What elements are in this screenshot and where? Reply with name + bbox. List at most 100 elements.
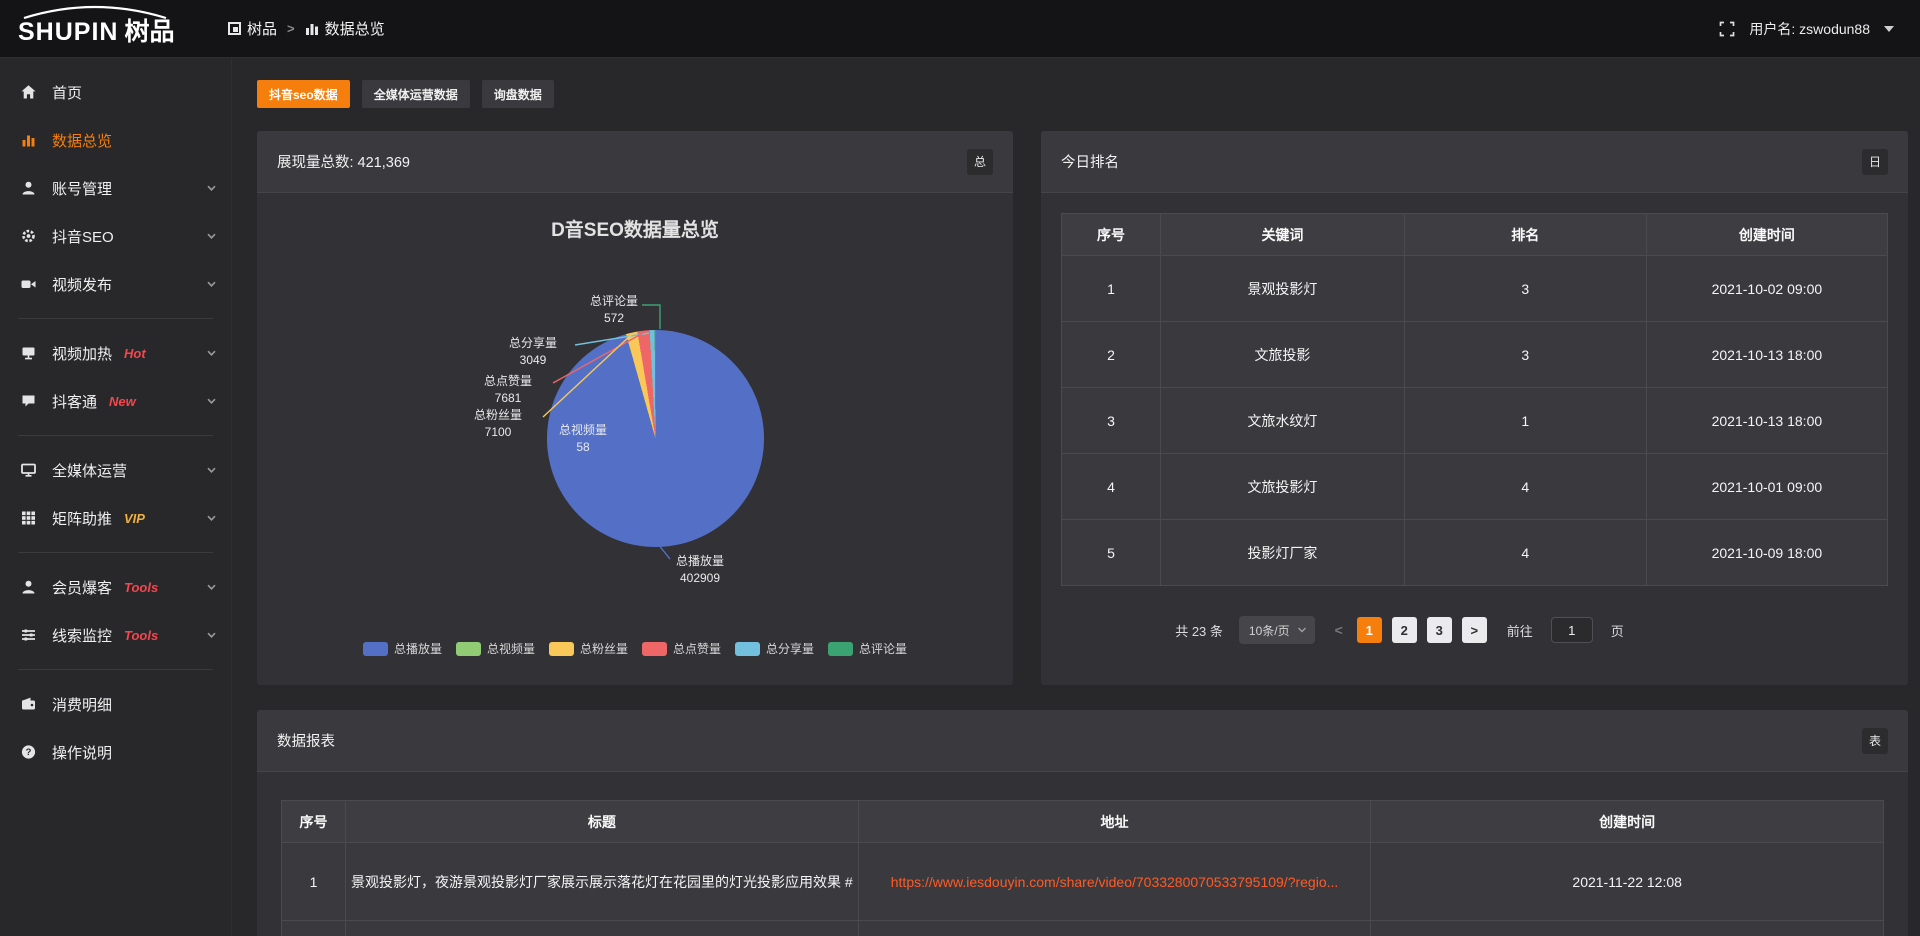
tab-media-ops-data[interactable]: 全媒体运营数据	[362, 80, 470, 108]
seo-overview-panel: 展现量总数: 421,369 总 D音SEO数据量总览 总评论量572 总分享量…	[257, 131, 1013, 685]
tab-douyin-seo[interactable]: 抖音seo数据	[257, 80, 350, 108]
data-report-panel: 数据报表 表 序号 标题 地址 创建时间 1 景观投影灯，夜游景观投影灯厂家展示…	[257, 710, 1908, 936]
chevron-down-icon	[206, 396, 217, 406]
breadcrumb-separator: >	[287, 21, 295, 36]
chevron-down-icon	[206, 513, 217, 523]
hot-badge: Hot	[124, 346, 146, 361]
page-button-3[interactable]: 3	[1427, 617, 1452, 643]
sliders-icon	[20, 627, 37, 643]
home-icon	[20, 84, 37, 100]
chevron-down-icon	[206, 279, 217, 289]
sidebar-item-media-ops[interactable]: 全媒体运营	[0, 446, 231, 494]
sidebar-item-clue-monitor[interactable]: 线索监控 Tools	[0, 611, 231, 659]
username-label[interactable]: 用户名: zswodun88	[1749, 19, 1870, 39]
legend-item[interactable]: 总视频量	[456, 640, 535, 657]
breadcrumb-current[interactable]: 数据总览	[305, 18, 385, 39]
chevron-down-icon[interactable]	[1884, 26, 1894, 32]
sidebar-divider	[18, 435, 213, 436]
sidebar-item-help[interactable]: ? 操作说明	[0, 728, 231, 776]
pie-chart-area: D音SEO数据量总览 总评论量572 总分享量3049 总点赞量7681 总粉丝…	[257, 193, 1013, 684]
legend-swatch	[456, 642, 481, 656]
day-toggle-button[interactable]: 日	[1862, 149, 1888, 175]
table-toggle-button[interactable]: 表	[1862, 728, 1888, 754]
app-logo: SHUPIN 树品	[0, 0, 228, 57]
legend-item[interactable]: 总点赞量	[642, 640, 721, 657]
pie-leader-lines	[257, 193, 1013, 684]
sidebar-item-video-publish[interactable]: 视频发布	[0, 260, 231, 308]
callout-comments: 总评论量572	[569, 293, 659, 327]
chevron-down-icon	[1297, 626, 1307, 634]
goto-page-input[interactable]	[1551, 617, 1593, 643]
grid-icon	[20, 510, 37, 526]
legend-swatch	[642, 642, 667, 656]
callout-plays: 总播放量402909	[655, 553, 745, 587]
sidebar-item-video-heat[interactable]: 视频加热 Hot	[0, 329, 231, 377]
chevron-down-icon	[206, 231, 217, 241]
sidebar-item-member[interactable]: 会员爆客 Tools	[0, 563, 231, 611]
table-row: 2 文旅投影 3 2021-10-13 18:00	[1062, 322, 1888, 388]
sidebar-item-expense[interactable]: 消费明细	[0, 680, 231, 728]
table-header-row: 序号 标题 地址 创建时间	[282, 801, 1884, 843]
table-row	[282, 921, 1884, 936]
legend-item[interactable]: 总分享量	[735, 640, 814, 657]
chart-legend: 总播放量 总视频量 总粉丝量 总点赞量 总分享量 总评论量	[257, 640, 1013, 657]
report-panel-title: 数据报表	[277, 730, 335, 751]
pagination: 共 23 条 10条/页 < 1 2 3 > 前往 页	[1061, 616, 1888, 644]
page-size-select[interactable]: 10条/页	[1239, 616, 1315, 644]
table-header-row: 序号 关键词 排名 创建时间	[1062, 214, 1888, 256]
wallet-icon	[20, 696, 37, 712]
page-button-2[interactable]: 2	[1392, 617, 1417, 643]
ranking-panel-title: 今日排名	[1061, 151, 1119, 172]
table-row: 1 景观投影灯，夜游景观投影灯厂家展示展示落花灯在花园里的灯光投影应用效果 # …	[282, 843, 1884, 921]
breadcrumb: 树品 > 数据总览	[228, 18, 385, 39]
video-link[interactable]: https://www.iesdouyin.com/share/video/70…	[891, 874, 1339, 890]
video-camera-icon	[20, 276, 37, 292]
table-row: 5 投影灯厂家 4 2021-10-09 18:00	[1062, 520, 1888, 586]
bar-chart-icon	[305, 22, 319, 35]
sidebar-divider	[18, 318, 213, 319]
user-icon	[20, 579, 37, 595]
legend-item[interactable]: 总播放量	[363, 640, 442, 657]
square-icon	[228, 22, 241, 35]
chevron-down-icon	[206, 183, 217, 193]
legend-item[interactable]: 总粉丝量	[549, 640, 628, 657]
sidebar-item-douketong[interactable]: 抖客通 New	[0, 377, 231, 425]
sidebar-item-account[interactable]: 账号管理	[0, 164, 231, 212]
sidebar-item-matrix-boost[interactable]: 矩阵助推 VIP	[0, 494, 231, 542]
sidebar-item-data-overview[interactable]: 数据总览	[0, 116, 231, 164]
question-icon: ?	[20, 744, 37, 760]
tab-inquiry-data[interactable]: 询盘数据	[482, 80, 554, 108]
sidebar-divider	[18, 552, 213, 553]
breadcrumb-root[interactable]: 树品	[228, 18, 277, 39]
prev-page-button[interactable]: <	[1331, 622, 1347, 638]
chat-bubble-icon	[20, 393, 37, 409]
callout-videos: 总视频量58	[538, 422, 628, 456]
top-header: SHUPIN 树品 树品 > 数据总览 用户名: zswodun88	[0, 0, 1920, 58]
tools-badge: Tools	[124, 580, 158, 595]
sidebar-divider	[18, 669, 213, 670]
callout-likes: 总点赞量7681	[463, 373, 553, 407]
tools-badge: Tools	[124, 628, 158, 643]
sidebar: 首页 数据总览 账号管理 抖音SEO 视频发布 视频加热 Hot	[0, 58, 232, 936]
logo-arc	[20, 5, 170, 19]
gear-icon	[20, 228, 37, 244]
pagination-total: 共 23 条	[1175, 621, 1223, 640]
monitor-icon	[20, 462, 37, 478]
next-page-button[interactable]: >	[1462, 617, 1487, 643]
table-row: 3 文旅水纹灯 1 2021-10-13 18:00	[1062, 388, 1888, 454]
user-icon	[20, 180, 37, 196]
callout-fans: 总粉丝量7100	[453, 407, 543, 441]
fullscreen-icon[interactable]	[1719, 21, 1735, 37]
sidebar-item-douyin-seo[interactable]: 抖音SEO	[0, 212, 231, 260]
legend-swatch	[735, 642, 760, 656]
chevron-down-icon	[206, 465, 217, 475]
data-tabs: 抖音seo数据 全媒体运营数据 询盘数据	[257, 80, 1908, 108]
billboard-icon	[20, 345, 37, 361]
total-toggle-button[interactable]: 总	[967, 149, 993, 175]
legend-swatch	[828, 642, 853, 656]
page-button-1[interactable]: 1	[1357, 617, 1382, 643]
legend-item[interactable]: 总评论量	[828, 640, 907, 657]
legend-swatch	[549, 642, 574, 656]
ranking-table: 序号 关键词 排名 创建时间 1 景观投影灯 3 2021-10-02 09:0…	[1061, 213, 1888, 586]
sidebar-item-home[interactable]: 首页	[0, 68, 231, 116]
